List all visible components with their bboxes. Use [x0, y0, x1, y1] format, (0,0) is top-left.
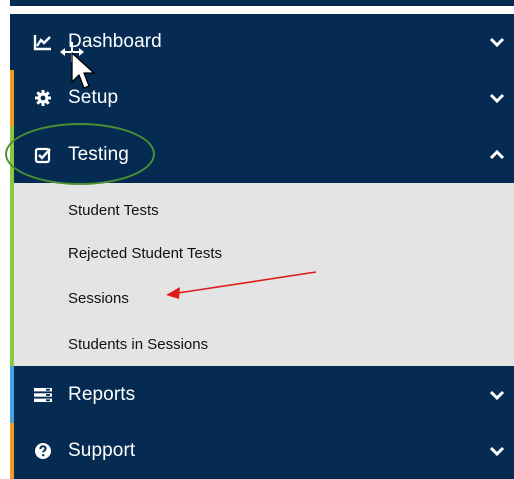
nav-item-support[interactable]: Support	[10, 423, 514, 479]
nav-item-label: Setup	[68, 87, 119, 108]
question-circle-icon	[32, 440, 54, 462]
gear-icon	[32, 87, 54, 109]
chevron-down-icon[interactable]	[488, 33, 506, 51]
nav-item-label: Testing	[68, 143, 129, 165]
submenu-item-students-in-sessions[interactable]: Students in Sessions	[68, 336, 208, 353]
nav-item-accent	[10, 366, 14, 423]
sidebar-nav: Dashboard Setup Testing Student Tests Re…	[10, 0, 514, 479]
nav-item-reports[interactable]: Reports	[10, 366, 514, 423]
nav-item-accent	[10, 70, 14, 126]
chevron-down-icon[interactable]	[488, 442, 506, 460]
list-icon	[32, 384, 54, 406]
nav-item-dashboard[interactable]: Dashboard	[10, 14, 514, 70]
nav-item-accent	[10, 126, 14, 183]
nav-item-setup[interactable]: Setup	[10, 70, 514, 126]
testing-submenu: Student Tests Rejected Student Tests Ses…	[10, 183, 514, 366]
submenu-item-sessions[interactable]: Sessions	[68, 290, 129, 307]
nav-item-label: Dashboard	[68, 31, 162, 52]
chevron-down-icon[interactable]	[488, 386, 506, 404]
nav-item-label: Support	[68, 440, 136, 461]
submenu-item-student-tests[interactable]: Student Tests	[68, 202, 159, 219]
nav-item-accent	[10, 14, 14, 70]
chevron-down-icon[interactable]	[488, 89, 506, 107]
submenu-item-rejected-student-tests[interactable]: Rejected Student Tests	[68, 245, 222, 262]
nav-item-testing[interactable]: Testing	[10, 126, 514, 183]
chart-line-icon	[32, 31, 54, 53]
nav-item-accent	[10, 423, 14, 479]
chevron-up-icon[interactable]	[488, 146, 506, 164]
nav-item-label: Reports	[68, 383, 136, 405]
submenu-accent	[10, 183, 14, 366]
checkbox-icon	[32, 144, 54, 166]
